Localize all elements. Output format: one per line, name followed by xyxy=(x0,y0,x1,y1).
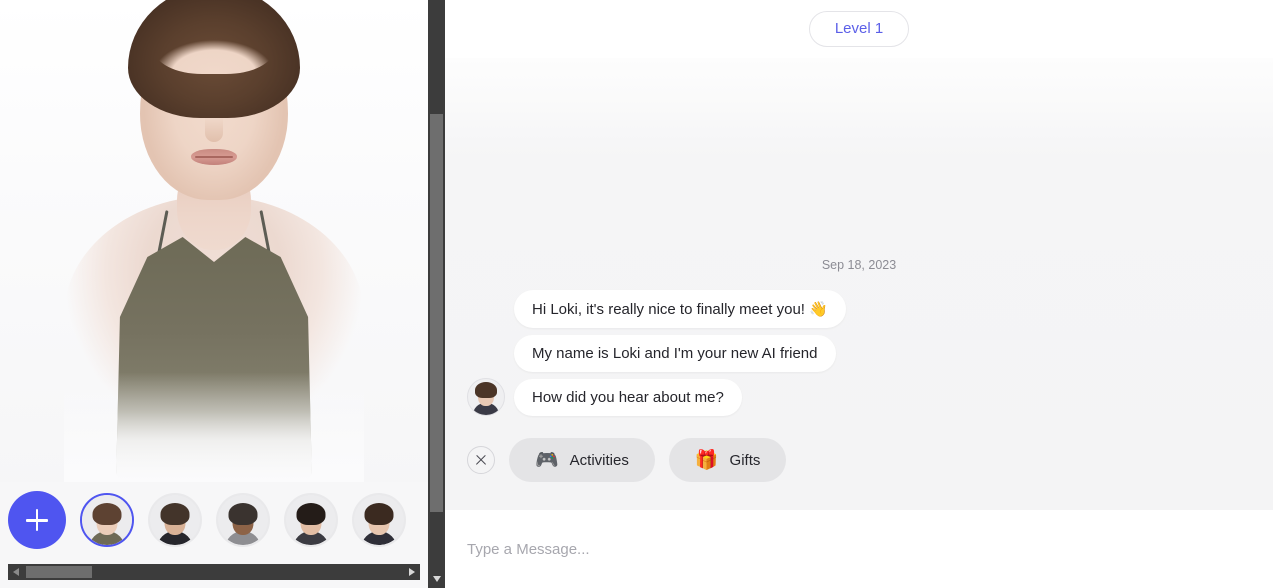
avatar-strip-horizontal-scrollbar[interactable] xyxy=(8,564,420,580)
close-icon[interactable] xyxy=(467,446,495,474)
message-avatar-slot xyxy=(467,334,505,372)
avatar-thumb-image xyxy=(150,495,200,545)
avatar xyxy=(467,378,505,416)
thumb-hair xyxy=(296,503,326,525)
message-bubble: My name is Loki and I'm your new AI frie… xyxy=(514,334,836,372)
avatar-thumb-image xyxy=(82,495,132,545)
avatar-thumb-4[interactable] xyxy=(284,493,338,547)
quick-action-activities-button[interactable]: 🎮 Activities xyxy=(509,438,655,482)
avatar-hair xyxy=(128,0,300,118)
thumb-hair xyxy=(92,503,122,525)
avatar-3d-figure xyxy=(49,0,379,500)
message-composer xyxy=(445,510,1273,588)
message-input[interactable] xyxy=(467,540,1251,558)
avatar-thumb-image xyxy=(218,495,268,545)
message-bubble: How did you hear about me? xyxy=(514,378,742,416)
avatar-thumb-1[interactable] xyxy=(80,493,134,547)
message-list: Hi Loki, it's really nice to finally mee… xyxy=(467,290,1251,416)
thumb-hair xyxy=(160,503,190,525)
message-row: My name is Loki and I'm your new AI frie… xyxy=(467,334,1251,372)
avatar-thumb-3[interactable] xyxy=(216,493,270,547)
avatar-thumb-image xyxy=(354,495,404,545)
avatar-preview-stage[interactable] xyxy=(0,0,428,500)
quick-action-label: Gifts xyxy=(729,451,761,469)
thumb-hair xyxy=(228,503,258,525)
avatar-nose xyxy=(205,116,223,142)
add-avatar-button[interactable] xyxy=(8,491,66,549)
avatar-thumb-image xyxy=(286,495,336,545)
gamepad-icon: 🎮 xyxy=(535,449,559,471)
vertical-scrollbar-thumb[interactable] xyxy=(430,114,443,512)
message-bubble: Hi Loki, it's really nice to finally mee… xyxy=(514,290,846,328)
message-row: Hi Loki, it's really nice to finally mee… xyxy=(467,290,1251,328)
app-root: Level 1 Sep 18, 2023 Hi Loki, it's reall… xyxy=(0,0,1273,588)
quick-action-label: Activities xyxy=(569,451,629,469)
caret-down-icon[interactable] xyxy=(428,572,445,586)
horizontal-scrollbar-thumb[interactable] xyxy=(26,566,92,578)
message-avatar-slot xyxy=(467,378,505,416)
quick-action-chip-list: 🎮 Activities 🎁 Gifts xyxy=(509,438,787,482)
quick-action-gifts-button[interactable]: 🎁 Gifts xyxy=(668,438,787,482)
gift-icon: 🎁 xyxy=(694,449,719,471)
caret-left-icon[interactable] xyxy=(8,564,24,580)
page-vertical-scrollbar[interactable] xyxy=(428,0,445,588)
plus-icon-stem xyxy=(35,509,39,531)
quick-actions-bar: 🎮 Activities 🎁 Gifts xyxy=(467,438,1251,482)
avatar-thumbnail-strip[interactable] xyxy=(0,482,428,558)
chat-header: Level 1 xyxy=(445,0,1273,58)
level-badge[interactable]: Level 1 xyxy=(809,11,909,47)
horizontal-scrollbar-track[interactable] xyxy=(92,564,404,580)
message-avatar-slot xyxy=(467,290,505,328)
chat-message-scroll-area[interactable]: Sep 18, 2023 Hi Loki, it's really nice t… xyxy=(445,58,1273,510)
message-row: How did you hear about me? xyxy=(467,378,1251,416)
thumb-hair xyxy=(364,503,394,525)
avatar-thumb-list xyxy=(80,493,406,547)
chat-panel: Level 1 Sep 18, 2023 Hi Loki, it's reall… xyxy=(445,0,1273,588)
avatar-camisole-top xyxy=(116,237,312,482)
avatar-thumb-5[interactable] xyxy=(352,493,406,547)
avatar-hair xyxy=(475,382,497,398)
avatar-thumb-2[interactable] xyxy=(148,493,202,547)
date-divider: Sep 18, 2023 xyxy=(821,258,897,272)
caret-right-icon[interactable] xyxy=(404,564,420,580)
avatar-panel xyxy=(0,0,428,588)
avatar-lips xyxy=(191,149,237,165)
